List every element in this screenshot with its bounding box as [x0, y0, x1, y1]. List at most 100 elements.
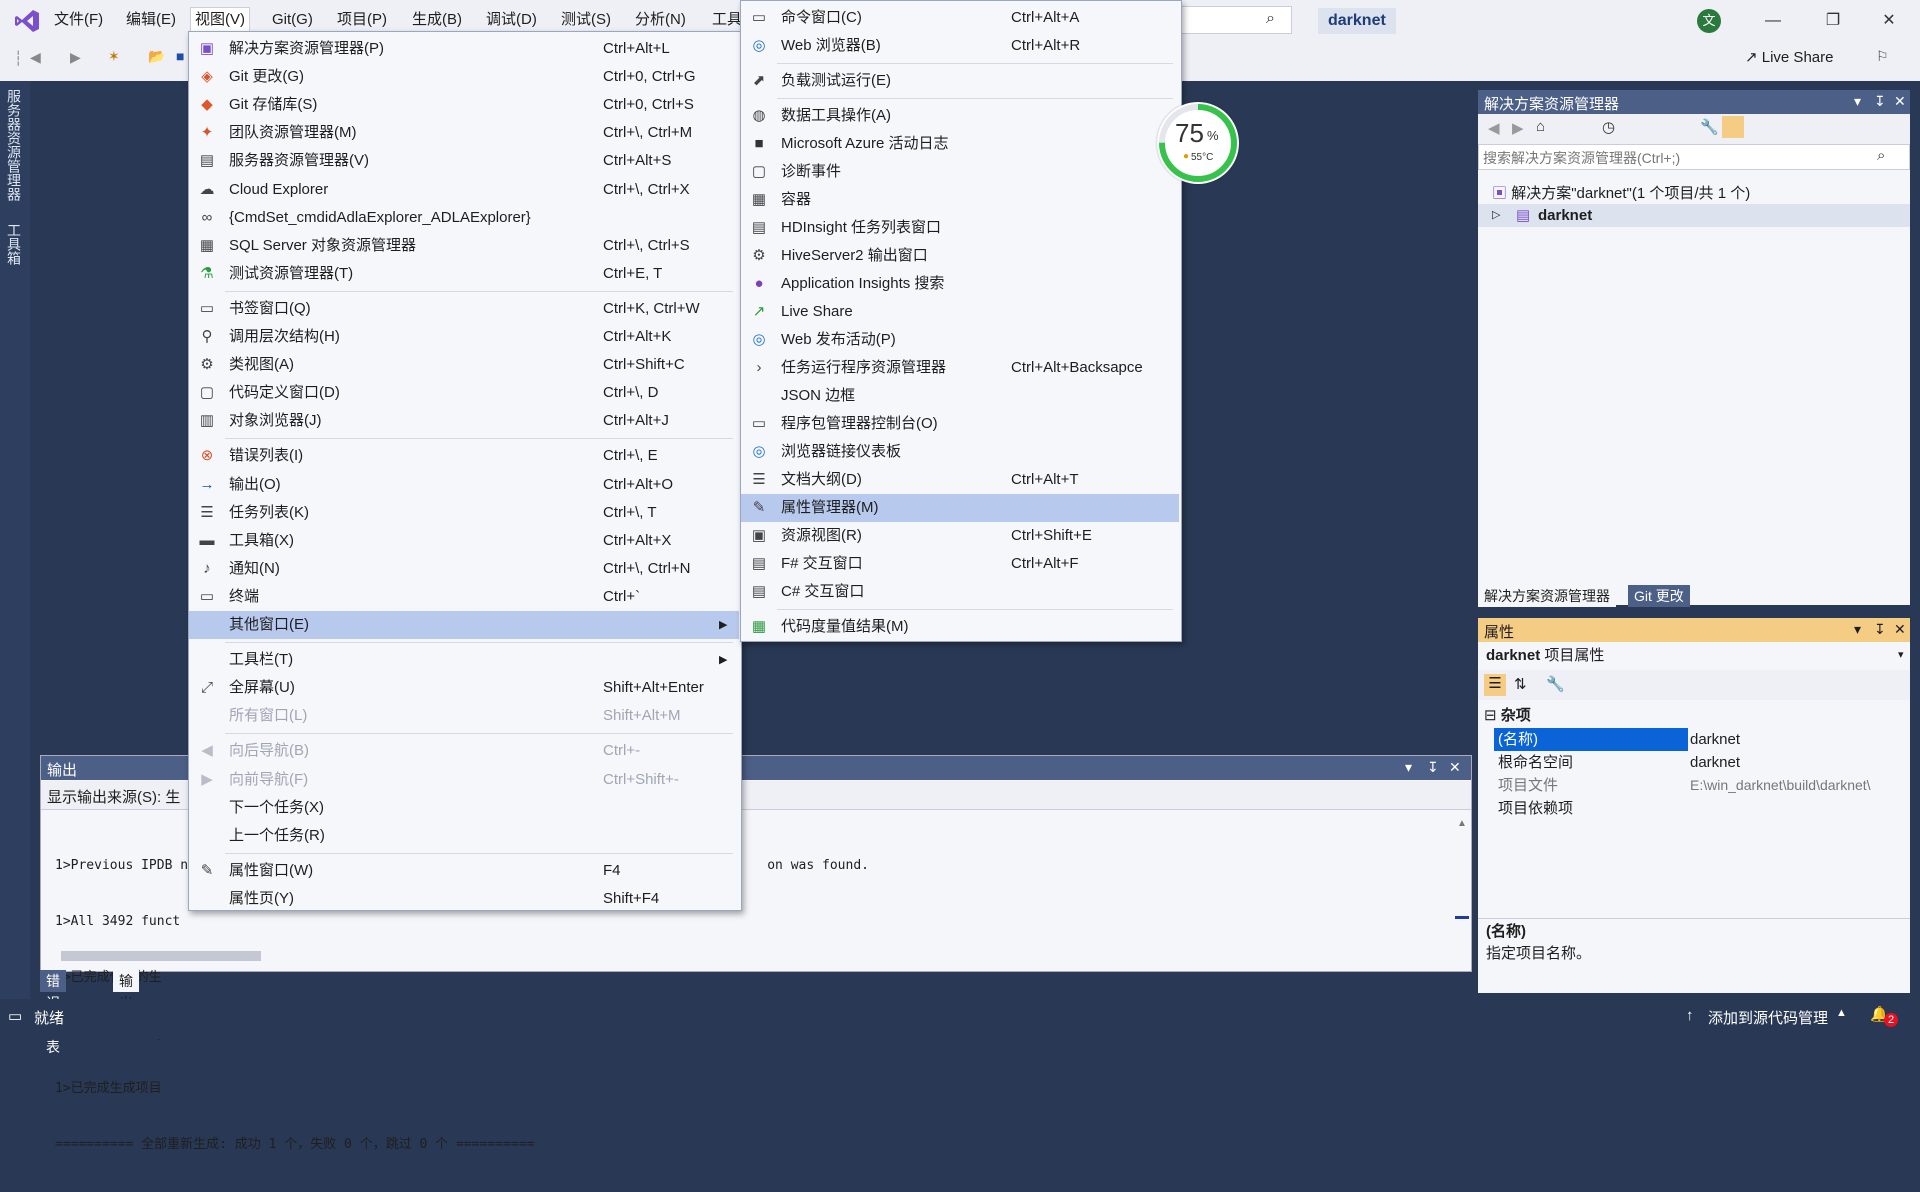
pin-icon[interactable]: ↧: [1427, 759, 1439, 776]
other-windows-menu-item[interactable]: ▤ C# 交互窗口: [741, 578, 1179, 606]
menu-debug[interactable]: 调试(D): [482, 8, 541, 32]
menu-git[interactable]: Git(G): [268, 8, 317, 32]
close-icon[interactable]: ✕: [1894, 93, 1906, 110]
back-icon[interactable]: ◀: [30, 49, 41, 66]
tab-output[interactable]: 输出: [113, 970, 139, 1011]
tab-solution-explorer[interactable]: 解决方案资源管理器: [1478, 585, 1616, 607]
output-window-icon[interactable]: ▭: [8, 1007, 22, 1025]
search-icon[interactable]: ⌕: [1266, 10, 1275, 28]
other-windows-menu-item[interactable]: ▤ F# 交互窗口 Ctrl+Alt+F: [741, 550, 1179, 578]
collapse-icon[interactable]: ⊟: [1484, 707, 1497, 724]
view-menu-item[interactable]: ⚙ 类视图(A) Ctrl+Shift+C: [189, 351, 739, 379]
property-row[interactable]: 根命名空间 darknet: [1494, 751, 1910, 774]
close-icon[interactable]: ✕: [1894, 621, 1906, 638]
view-menu-item[interactable]: ▭ 终端 Ctrl+`: [189, 583, 739, 611]
other-windows-menu-item[interactable]: ▤ HDInsight 任务列表窗口: [741, 214, 1179, 242]
property-row[interactable]: (名称) darknet: [1494, 728, 1910, 751]
view-menu-item[interactable]: ▥ 对象浏览器(J) Ctrl+Alt+J: [189, 407, 739, 435]
view-menu-item[interactable]: ☰ 任务列表(K) Ctrl+\, T: [189, 499, 739, 527]
view-menu-item[interactable]: ▬ 工具箱(X) Ctrl+Alt+X: [189, 527, 739, 555]
property-row[interactable]: 项目文件 E:\win_darknet\build\darknet\: [1494, 774, 1910, 797]
menu-analyze[interactable]: 分析(N): [631, 8, 690, 32]
forward-icon[interactable]: ▶: [1512, 119, 1524, 137]
view-menu-item[interactable]: 所有窗口(L) Shift+Alt+M: [189, 702, 739, 730]
pin-icon[interactable]: ↧: [1874, 93, 1886, 110]
category-row[interactable]: ⊟ 杂项: [1484, 704, 1531, 727]
search-icon[interactable]: ⌕: [1877, 147, 1885, 164]
preview-icon[interactable]: [1722, 116, 1744, 138]
chevron-up-icon[interactable]: ▲: [1836, 1007, 1847, 1019]
solution-search-input[interactable]: 搜索解决方案资源管理器(Ctrl+;) ⌕: [1478, 144, 1910, 170]
other-windows-menu-item[interactable]: ◎ Web 发布活动(P): [741, 326, 1179, 354]
tab-git-changes[interactable]: Git 更改: [1628, 585, 1690, 607]
project-node[interactable]: ▷ ▤ darknet: [1478, 204, 1910, 227]
other-windows-menu-item[interactable]: ▦ 容器: [741, 186, 1179, 214]
property-pages-wrench-icon[interactable]: 🔧: [1546, 675, 1565, 693]
other-windows-menu-item[interactable]: ▦ 代码度量值结果(M): [741, 613, 1179, 641]
view-menu-item[interactable]: ▶ 向前导航(F) Ctrl+Shift+-: [189, 766, 739, 794]
other-windows-menu-item[interactable]: ▭ 程序包管理器控制台(O): [741, 410, 1179, 438]
new-project-icon[interactable]: ✶: [108, 48, 120, 65]
dropdown-icon[interactable]: ▾: [1405, 759, 1412, 776]
view-menu-item[interactable]: ✎ 属性窗口(W) F4: [189, 857, 739, 885]
menu-edit[interactable]: 编辑(E): [122, 8, 180, 32]
menu-file[interactable]: 文件(F): [50, 8, 107, 32]
other-windows-menu-item[interactable]: ● Application Insights 搜索: [741, 270, 1179, 298]
properties-object-selector[interactable]: darknet 项目属性: [1486, 644, 1604, 667]
sort-alpha-icon[interactable]: ⇅: [1514, 675, 1527, 693]
property-value[interactable]: darknet: [1690, 751, 1740, 774]
other-windows-menu-item[interactable]: ◍ 数据工具操作(A): [741, 102, 1179, 130]
server-explorer-tab[interactable]: 服务器资源管理器: [6, 89, 24, 201]
view-menu-item[interactable]: ◆ Git 存储库(S) Ctrl+0, Ctrl+S: [189, 91, 739, 119]
properties-wrench-icon[interactable]: 🔧: [1700, 118, 1719, 136]
solution-name-badge[interactable]: darknet: [1318, 8, 1396, 34]
output-source-label[interactable]: 显示输出来源(S): 生: [47, 786, 180, 807]
solution-node[interactable]: ▣ 解决方案"darknet"(1 个项目/共 1 个): [1492, 182, 1750, 205]
view-menu-item[interactable]: 其他窗口(E) ▶: [189, 611, 739, 639]
restore-icon[interactable]: ❐: [1818, 8, 1848, 34]
horizontal-scrollbar-thumb[interactable]: [61, 951, 261, 961]
other-windows-menu-item[interactable]: ■ Microsoft Azure 活动日志: [741, 130, 1179, 158]
menu-test[interactable]: 测试(S): [557, 8, 615, 32]
menu-project[interactable]: 项目(P): [333, 8, 391, 32]
home-icon[interactable]: ⌂: [1536, 118, 1545, 135]
view-menu-item[interactable]: ⚲ 调用层次结构(H) Ctrl+Alt+K: [189, 323, 739, 351]
other-windows-menu-item[interactable]: ◎ 浏览器链接仪表板: [741, 438, 1179, 466]
filter-icon[interactable]: ◷: [1602, 118, 1615, 136]
scroll-up-icon[interactable]: ▲: [1457, 818, 1467, 829]
dropdown-icon[interactable]: ▾: [1854, 621, 1861, 638]
other-windows-menu-item[interactable]: ✎ 属性管理器(M): [741, 494, 1179, 522]
view-menu-item[interactable]: ∞ {CmdSet_cmdidAdlaExplorer_ADLAExplorer}: [189, 204, 739, 232]
toolbox-tab[interactable]: 工具箱: [6, 223, 24, 265]
view-menu-item[interactable]: 下一个任务(X): [189, 794, 739, 822]
close-icon[interactable]: ✕: [1449, 759, 1461, 776]
pin-icon[interactable]: ↧: [1874, 621, 1886, 638]
other-windows-menu-item[interactable]: ☰ 文档大纲(D) Ctrl+Alt+T: [741, 466, 1179, 494]
other-windows-menu-item[interactable]: › 任务运行程序资源管理器 Ctrl+Alt+Backsapce: [741, 354, 1179, 382]
feedback-icon[interactable]: ⚐: [1876, 48, 1889, 65]
expand-arrow-icon[interactable]: ▷: [1492, 204, 1500, 227]
menu-build[interactable]: 生成(B): [408, 8, 466, 32]
view-menu-item[interactable]: ⊗ 错误列表(I) Ctrl+\, E: [189, 442, 739, 470]
performance-gauge[interactable]: 75 % 55°C ●: [1157, 102, 1239, 184]
vertical-scrollbar[interactable]: ▲: [1455, 818, 1469, 948]
other-windows-menu-item[interactable]: ↗ Live Share: [741, 298, 1179, 326]
avatar[interactable]: 文: [1697, 9, 1721, 33]
other-windows-menu-item[interactable]: ⚙ HiveServer2 输出窗口: [741, 242, 1179, 270]
other-windows-menu-item[interactable]: ▢ 诊断事件: [741, 158, 1179, 186]
view-menu-item[interactable]: ✦ 团队资源管理器(M) Ctrl+\, Ctrl+M: [189, 119, 739, 147]
other-windows-menu-item[interactable]: JSON 边框: [741, 382, 1179, 410]
other-windows-menu-item[interactable]: ◎ Web 浏览器(B) Ctrl+Alt+R: [741, 32, 1179, 60]
chevron-down-icon[interactable]: ▾: [1898, 648, 1904, 661]
view-menu-item[interactable]: ▦ SQL Server 对象资源管理器 Ctrl+\, Ctrl+S: [189, 232, 739, 260]
view-menu-item[interactable]: ⚗ 测试资源管理器(T) Ctrl+E, T: [189, 260, 739, 288]
dropdown-icon[interactable]: ▾: [1854, 93, 1861, 110]
view-menu-item[interactable]: ◈ Git 更改(G) Ctrl+0, Ctrl+G: [189, 63, 739, 91]
view-menu-item[interactable]: ⤢ 全屏幕(U) Shift+Alt+Enter: [189, 674, 739, 702]
view-menu-item[interactable]: ▣ 解决方案资源管理器(P) Ctrl+Alt+L: [189, 35, 739, 63]
open-folder-icon[interactable]: 📂: [148, 48, 165, 65]
back-icon[interactable]: ◀: [1488, 119, 1500, 137]
view-menu-item[interactable]: 工具栏(T) ▶: [189, 646, 739, 674]
close-icon[interactable]: ✕: [1874, 8, 1904, 34]
save-icon[interactable]: ■: [176, 48, 184, 64]
